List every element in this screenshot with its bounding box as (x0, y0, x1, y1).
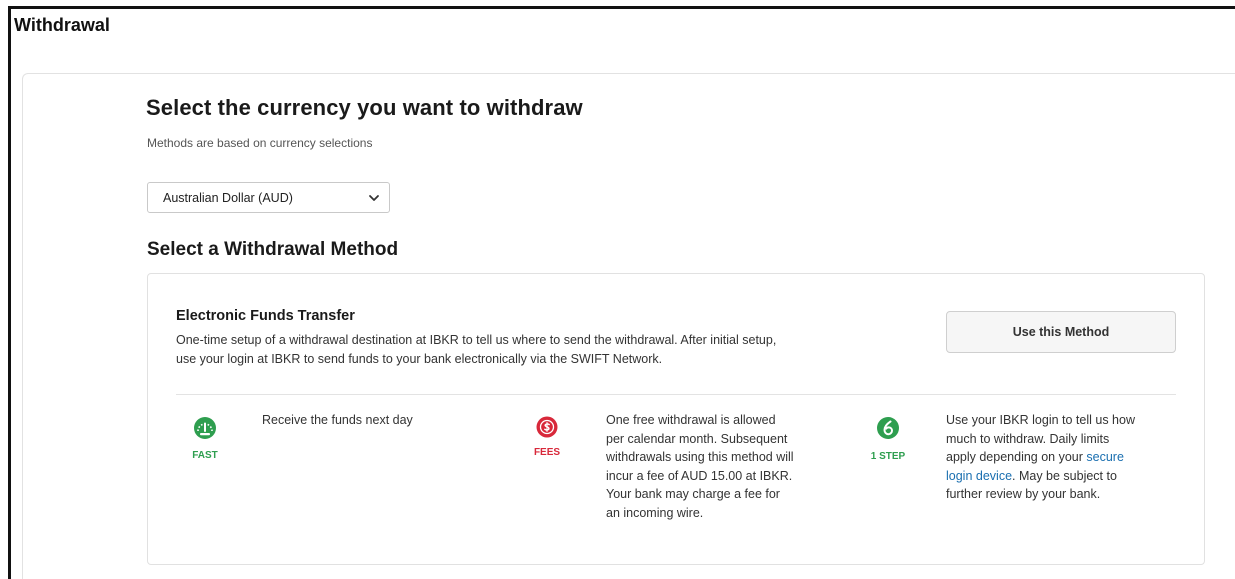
secure-login-device-link[interactable]: secure (1086, 450, 1124, 464)
use-this-method-button[interactable]: Use this Method (946, 311, 1176, 353)
method-card-description: One-time setup of a withdrawal destinati… (176, 333, 777, 366)
currency-select-value: Australian Dollar (AUD) (163, 191, 293, 205)
fees-description: One free withdrawal is allowed per calen… (606, 413, 794, 520)
fast-caption: FAST (192, 450, 218, 461)
fast-description: Receive the funds next day (262, 413, 413, 427)
card-divider (176, 394, 1176, 395)
one-step-icon (877, 417, 899, 439)
currency-select[interactable]: Australian Dollar (AUD) (147, 182, 390, 213)
one-step-description: Use your IBKR login to tell us how much … (946, 413, 1135, 501)
method-heading: Select a Withdrawal Method (147, 239, 399, 260)
chevron-down-icon (369, 195, 379, 201)
secure-login-device-link-cont[interactable]: login device (946, 469, 1012, 483)
method-card-title: Electronic Funds Transfer (176, 308, 355, 324)
page-title: Withdrawal (14, 15, 110, 35)
fees-caption: FEES (533, 447, 561, 458)
dollar-icon (536, 416, 558, 438)
speedometer-icon (194, 417, 216, 439)
currency-subtext: Methods are based on currency selections (147, 136, 373, 150)
currency-heading: Select the currency you want to withdraw (146, 95, 583, 120)
one-step-caption: 1 STEP (870, 451, 906, 462)
